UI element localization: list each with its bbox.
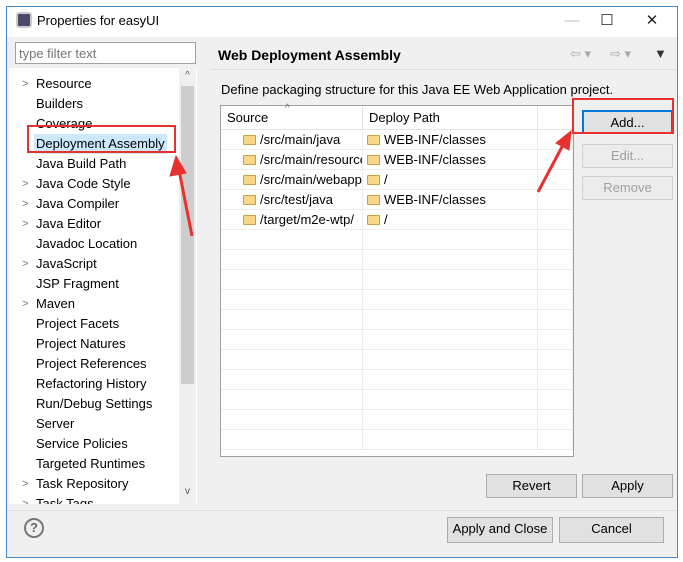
red-arrow-icon xyxy=(536,129,572,193)
annotation-arrows xyxy=(169,129,572,237)
red-arrow-icon xyxy=(169,154,194,237)
